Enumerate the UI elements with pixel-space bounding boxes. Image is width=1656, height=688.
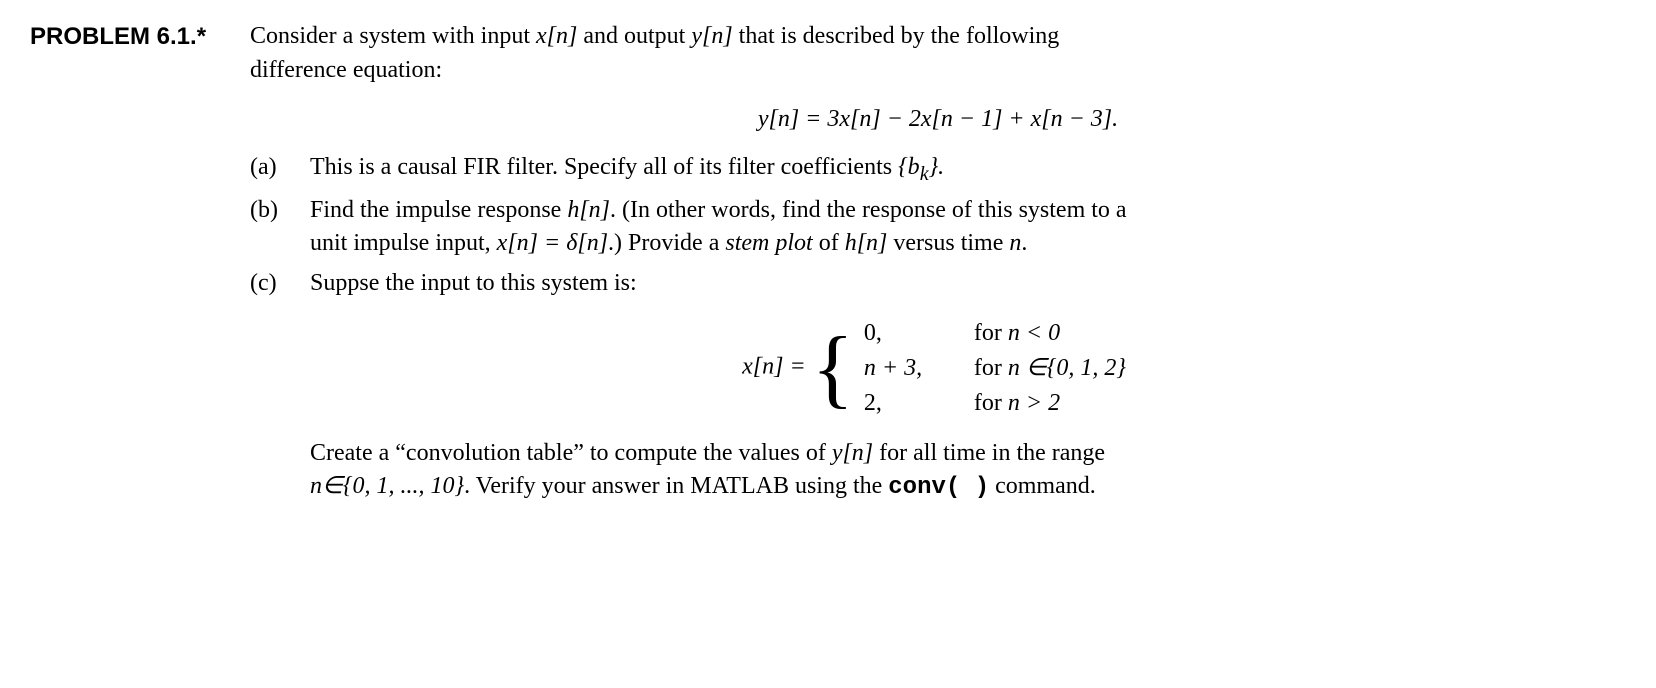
tail1a: Create a “convolution table” to compute … xyxy=(310,440,832,466)
part-b-stem: stem plot xyxy=(725,230,812,256)
part-c-t1: Suppse the input to this system is: xyxy=(310,267,1626,301)
intro-yn: y[n] xyxy=(691,23,732,49)
part-c: (c) Suppse the input to this system is: … xyxy=(250,267,1626,505)
case3-expr: n > 2 xyxy=(1008,390,1060,416)
intro-text-2: and output xyxy=(577,23,691,49)
part-b-xn-eq: x[n] = δ[n] xyxy=(497,230,608,256)
part-a-coef-close: }. xyxy=(929,154,945,180)
part-c-tail: Create a “convolution table” to compute … xyxy=(310,435,1626,505)
part-b-t4: .) Provide a xyxy=(608,230,725,256)
part-a-coef-sub: k xyxy=(920,163,929,185)
case-table: 0, for n < 0 n + 3, for n ∈{0, 1, 2} 2, … xyxy=(864,316,1194,420)
case1-cond: for n < 0 xyxy=(974,316,1194,351)
problem-body: y[n] = 3x[n] − 2x[n − 1] + x[n − 3]. (a)… xyxy=(250,103,1626,505)
tail1b: for all time in the range xyxy=(873,440,1105,466)
equation-text: y[n] = 3x[n] − 2x[n − 1] + x[n − 3]. xyxy=(758,106,1118,132)
problem-label: PROBLEM 6.1.* xyxy=(30,20,250,54)
difference-equation: y[n] = 3x[n] − 2x[n − 1] + x[n − 3]. xyxy=(250,103,1626,137)
case2-for: for xyxy=(974,355,1008,381)
part-b-t5: of xyxy=(813,230,845,256)
case3-for: for xyxy=(974,390,1008,416)
tail2a: n∈{0, 1, ..., 10} xyxy=(310,473,464,499)
part-a-coef-open: {b xyxy=(898,154,920,180)
part-a-label: (a) xyxy=(250,151,310,185)
case-row-3: 2, for n > 2 xyxy=(864,386,1194,421)
intro-xn: x[n] xyxy=(536,23,577,49)
part-b-n: n xyxy=(1009,230,1021,256)
intro-text-1: Consider a system with input xyxy=(250,23,536,49)
case-row-2: n + 3, for n ∈{0, 1, 2} xyxy=(864,351,1194,386)
tail2b: . Verify your answer in MATLAB using the xyxy=(464,473,888,499)
case1-val: 0, xyxy=(864,316,974,351)
intro-text-4: difference equation: xyxy=(250,54,1626,88)
case-row-1: 0, for n < 0 xyxy=(864,316,1194,351)
part-b-t3: unit impulse input, xyxy=(310,230,497,256)
part-a: (a) This is a causal FIR filter. Specify… xyxy=(250,151,1626,188)
part-b-body: Find the impulse response h[n]. (In othe… xyxy=(310,194,1626,261)
part-b-t7: . xyxy=(1021,230,1027,256)
part-b-hn2: h[n] xyxy=(845,230,888,256)
part-b: (b) Find the impulse response h[n]. (In … xyxy=(250,194,1626,261)
case1-for: for xyxy=(974,320,1008,346)
problem-header-row: PROBLEM 6.1.* Consider a system with inp… xyxy=(30,20,1626,87)
case3-val: 2, xyxy=(864,386,974,421)
part-b-t1: Find the impulse response xyxy=(310,197,567,223)
tail-yn: y[n] xyxy=(832,440,873,466)
piecewise-lhs: x[n] = xyxy=(742,354,812,380)
part-a-body: This is a causal FIR filter. Specify all… xyxy=(310,151,1626,188)
problem-intro: Consider a system with input x[n] and ou… xyxy=(250,20,1626,87)
case1-expr: n < 0 xyxy=(1008,320,1060,346)
case2-val: n + 3, xyxy=(864,351,974,386)
case3-cond: for n > 2 xyxy=(974,386,1194,421)
part-b-t2: . (In other words, find the response of … xyxy=(610,197,1127,223)
left-brace-icon: { xyxy=(812,325,854,413)
conv-code: conv( ) xyxy=(888,474,989,501)
part-b-t6: versus time xyxy=(887,230,1009,256)
part-b-hn: h[n] xyxy=(567,197,610,223)
part-c-label: (c) xyxy=(250,267,310,301)
part-a-text: This is a causal FIR filter. Specify all… xyxy=(310,154,898,180)
part-c-body: Suppse the input to this system is: x[n]… xyxy=(310,267,1626,505)
case2-expr: n ∈{0, 1, 2} xyxy=(1008,355,1126,381)
tail2c: command. xyxy=(989,473,1096,499)
piecewise-definition: x[n] = { 0, for n < 0 n + 3, for n ∈{0, … xyxy=(310,316,1626,420)
piecewise-cases: { 0, for n < 0 n + 3, for n ∈{0, 1, 2} 2… xyxy=(812,316,1194,420)
intro-text-3: that is described by the following xyxy=(733,23,1060,49)
case2-cond: for n ∈{0, 1, 2} xyxy=(974,351,1194,386)
part-b-label: (b) xyxy=(250,194,310,228)
